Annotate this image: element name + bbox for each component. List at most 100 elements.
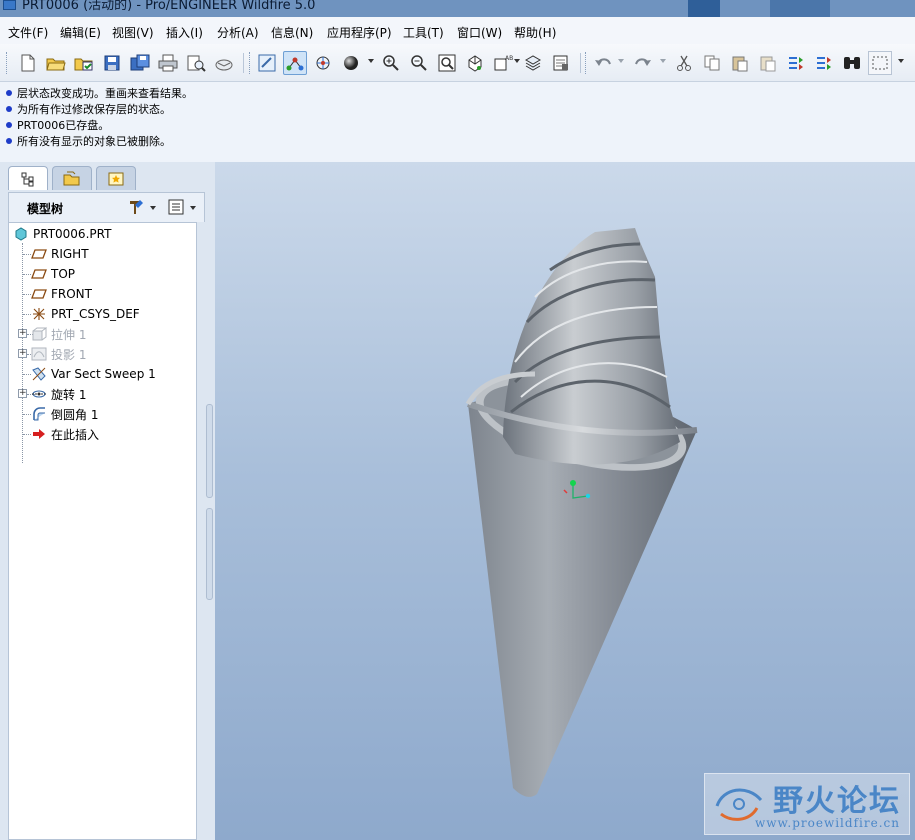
tree-item-revolve[interactable]: 旋转 1	[31, 384, 86, 404]
menu-info[interactable]: 信息(N)	[271, 24, 313, 41]
tree-item-front[interactable]: FRONT	[31, 284, 92, 304]
navigator-panel: 模型树 PRT0006.PRT RIGHT TOP FRONT PRT_CSYS…	[0, 162, 215, 840]
toolbar-separator	[243, 53, 244, 73]
chevron-down-icon[interactable]	[368, 59, 374, 63]
reorient-icon[interactable]	[463, 51, 487, 75]
bullet-icon	[6, 106, 12, 112]
message-line: PRT0006已存盘。	[6, 117, 109, 133]
panel-sash-lower[interactable]	[206, 508, 213, 600]
save-icon[interactable]	[100, 51, 124, 75]
refit-icon[interactable]	[435, 51, 459, 75]
menu-analysis[interactable]: 分析(A)	[217, 24, 259, 41]
insert-here-icon	[31, 427, 47, 441]
redo-icon[interactable]	[631, 51, 655, 75]
menu-applications[interactable]: 应用程序(P)	[327, 24, 392, 41]
toolbar-grip[interactable]	[249, 52, 251, 74]
show-options-icon[interactable]	[167, 198, 185, 219]
chevron-down-icon[interactable]	[898, 59, 904, 63]
datum-plane-icon	[31, 287, 47, 301]
paste-icon[interactable]	[728, 51, 752, 75]
chevron-down-icon[interactable]	[190, 206, 196, 210]
toolbar-grip[interactable]	[6, 52, 8, 74]
folder-icon	[63, 171, 80, 185]
send-mail-icon[interactable]	[212, 51, 236, 75]
menu-edit[interactable]: 编辑(E)	[60, 24, 101, 41]
menu-help[interactable]: 帮助(H)	[514, 24, 556, 41]
expand-icon[interactable]: +	[18, 329, 27, 338]
svg-text:AB: AB	[505, 55, 513, 62]
tree-item-round[interactable]: 倒圆角 1	[31, 404, 98, 424]
tree-connector	[23, 434, 31, 435]
tab-folder-browser[interactable]	[52, 166, 92, 190]
tree-item-projection[interactable]: 投影 1	[31, 344, 86, 364]
toolbar-grip[interactable]	[585, 52, 587, 74]
regen-manager-icon[interactable]	[812, 51, 836, 75]
tree-connector	[23, 254, 31, 255]
csys-icon	[31, 307, 47, 321]
message-line: 所有没有显示的对象已被删除。	[6, 133, 171, 149]
paste-special-icon[interactable]	[756, 51, 780, 75]
tree-item-right[interactable]: RIGHT	[31, 244, 89, 264]
bullet-icon	[6, 122, 12, 128]
view-manager-icon[interactable]	[549, 51, 573, 75]
expand-icon[interactable]: +	[18, 349, 27, 358]
panel-sash-upper[interactable]	[206, 404, 213, 498]
copy-icon[interactable]	[700, 51, 724, 75]
menu-file[interactable]: 文件(F)	[8, 24, 48, 41]
chevron-down-icon[interactable]	[618, 59, 624, 63]
zoom-out-icon[interactable]	[407, 51, 431, 75]
taskbar-glow	[770, 0, 830, 17]
tree-connector	[23, 294, 31, 295]
chevron-down-icon[interactable]	[150, 206, 156, 210]
regenerate-icon[interactable]	[784, 51, 808, 75]
menu-window[interactable]: 窗口(W)	[457, 24, 502, 41]
datum-plane-icon	[31, 247, 47, 261]
cut-icon[interactable]	[672, 51, 696, 75]
tab-model-tree[interactable]	[8, 166, 48, 190]
toolbar-separator	[580, 53, 581, 73]
redraw-icon[interactable]	[255, 51, 279, 75]
open-icon[interactable]	[44, 51, 68, 75]
undo-icon[interactable]	[591, 51, 615, 75]
shade-icon[interactable]	[339, 51, 363, 75]
spin-center-icon[interactable]	[283, 51, 307, 75]
projection-icon	[31, 347, 47, 361]
ice-cream-cone-model[interactable]	[215, 162, 915, 840]
settings-icon[interactable]	[127, 198, 145, 219]
tree-item-csys[interactable]: PRT_CSYS_DEF	[31, 304, 140, 324]
tree-connector	[23, 374, 31, 375]
tab-favorites[interactable]	[96, 166, 136, 190]
layers-icon[interactable]	[521, 51, 545, 75]
orient-mode-icon[interactable]	[311, 51, 335, 75]
chevron-down-icon[interactable]	[514, 59, 520, 63]
tree-item-part[interactable]: PRT0006.PRT	[13, 224, 111, 244]
app-icon	[3, 0, 16, 10]
tree-item-extrude[interactable]: 拉伸 1	[31, 324, 86, 344]
menu-insert[interactable]: 插入(I)	[166, 24, 203, 41]
tree-item-var-sect-sweep[interactable]: Var Sect Sweep 1	[31, 364, 156, 384]
tree-item-insert-here[interactable]: 在此插入	[31, 424, 99, 444]
chevron-down-icon[interactable]	[660, 59, 666, 63]
bullet-icon	[6, 138, 12, 144]
print-preview-icon[interactable]	[184, 51, 208, 75]
tree-item-top[interactable]: TOP	[31, 264, 75, 284]
menu-tools[interactable]: 工具(T)	[403, 24, 444, 41]
main-toolbar: AB	[0, 44, 915, 82]
forum-watermark: 野火论坛 www.proewildfire.cn	[704, 773, 910, 835]
model-tree-icon	[21, 172, 34, 186]
zoom-in-icon[interactable]	[379, 51, 403, 75]
find-icon[interactable]	[840, 51, 864, 75]
new-icon[interactable]	[16, 51, 40, 75]
tree-connector	[23, 274, 31, 275]
graphics-window[interactable]	[215, 162, 915, 840]
navigator-tabs	[8, 166, 208, 190]
save-copy-icon[interactable]	[128, 51, 152, 75]
print-icon[interactable]	[156, 51, 180, 75]
model-tree-title: 模型树	[27, 202, 64, 216]
saved-views-icon[interactable]: AB	[491, 51, 515, 75]
open-session-icon[interactable]	[72, 51, 96, 75]
model-tree-header: 模型树	[8, 192, 205, 222]
expand-icon[interactable]: +	[18, 389, 27, 398]
select-box-icon[interactable]	[868, 51, 892, 75]
menu-view[interactable]: 视图(V)	[112, 24, 154, 41]
